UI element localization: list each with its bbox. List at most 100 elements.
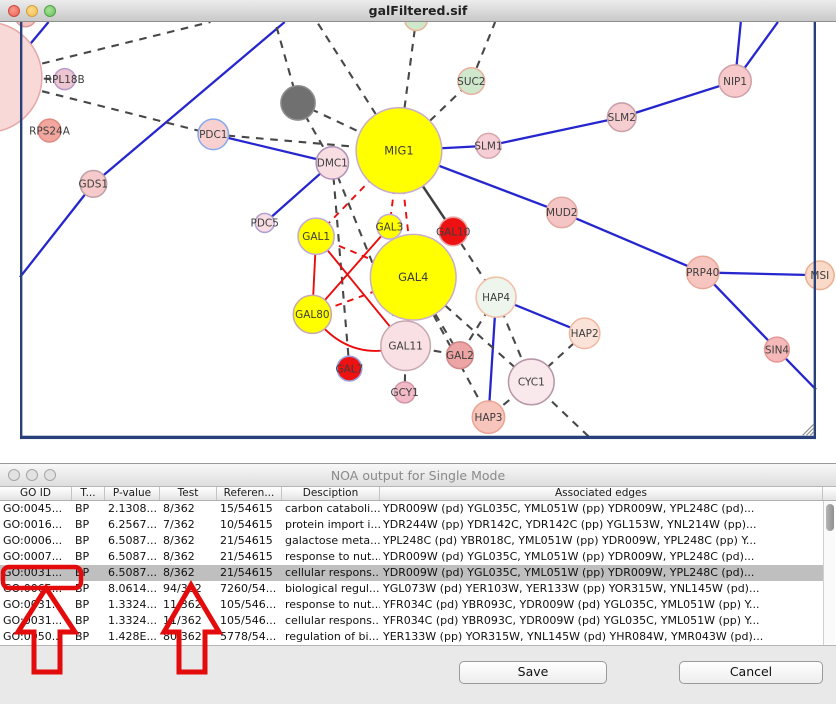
cell-4-4: 21/54615 <box>217 565 282 581</box>
node-label-SLM1: SLM1 <box>474 141 502 153</box>
vertical-scrollbar[interactable] <box>823 501 835 645</box>
cell-8-0: GO:0050... <box>0 629 72 645</box>
cell-3-0: GO:0007... <box>0 549 72 565</box>
cell-6-4: 105/546... <box>217 597 282 613</box>
cell-3-4: 21/54615 <box>217 549 282 565</box>
cell-2-4: 21/54615 <box>217 533 282 549</box>
network-background <box>20 22 816 439</box>
node-label-GAL4: GAL4 <box>398 270 428 284</box>
cell-5-0: GO:0065... <box>0 581 72 597</box>
node-label-MIG1: MIG1 <box>384 143 413 157</box>
node-label-PRP40: PRP40 <box>686 267 719 279</box>
table-row-4[interactable]: GO:0031...BP6.5087...8/36221/54615cellul… <box>0 565 823 581</box>
node-label-GAL80: GAL80 <box>295 309 329 321</box>
canvas-frame-bottom <box>20 436 816 439</box>
node-label-HAP4: HAP4 <box>482 292 510 304</box>
cell-6-3: 11/362 <box>160 597 217 613</box>
noa-window-title: NOA output for Single Mode <box>0 468 836 483</box>
node-label-GAL10: GAL10 <box>436 226 470 238</box>
cell-7-4: 105/546... <box>217 613 282 629</box>
table-row-5[interactable]: GO:0065...BP8.0614...94/3627260/54...bio… <box>0 581 823 597</box>
table-row-6[interactable]: GO:0031...BP1.3324...11/362105/546...res… <box>0 597 823 613</box>
cell-0-1: BP <box>72 501 105 517</box>
canvas-frame-right <box>814 22 816 439</box>
cell-2-5: galactose meta... <box>282 533 380 549</box>
node-label-GAL11: GAL11 <box>388 341 422 353</box>
cell-7-3: 11/362 <box>160 613 217 629</box>
scrollbar-thumb[interactable] <box>826 504 834 531</box>
node-label-NIP1: NIP1 <box>723 76 747 88</box>
column-header-4[interactable]: Referen... <box>217 487 282 500</box>
table-row-0[interactable]: GO:0045...BP2.1308...8/36215/54615carbon… <box>0 501 823 517</box>
cell-1-1: BP <box>72 517 105 533</box>
column-header-1[interactable]: T... <box>72 487 105 500</box>
cell-2-6: YPL248C (pd) YBR018C, YML051W (pp) YDR00… <box>380 533 823 549</box>
node-label-HAP2: HAP2 <box>571 328 599 340</box>
node-label-SLM2: SLM2 <box>608 112 636 124</box>
cell-0-6: YDR009W (pd) YGL035C, YML051W (pp) YDR00… <box>380 501 823 517</box>
cell-6-1: BP <box>72 597 105 613</box>
cell-0-3: 8/362 <box>160 501 217 517</box>
node-label-PDC1: PDC1 <box>199 129 227 141</box>
cell-8-5: regulation of bi... <box>282 629 380 645</box>
node-label-GCY1: GCY1 <box>391 387 419 399</box>
table-row-1[interactable]: GO:0016...BP6.2567...7/36210/54615protei… <box>0 517 823 533</box>
node-label-GDS1: GDS1 <box>79 179 108 191</box>
cell-4-5: cellular respons... <box>282 565 380 581</box>
cell-2-2: 6.5087... <box>105 533 160 549</box>
cell-8-3: 80/362 <box>160 629 217 645</box>
cell-0-0: GO:0045... <box>0 501 72 517</box>
cell-2-1: BP <box>72 533 105 549</box>
noa-window-titlebar[interactable]: NOA output for Single Mode <box>0 464 836 487</box>
cell-4-0: GO:0031... <box>0 565 72 581</box>
column-header-2[interactable]: P-value <box>105 487 160 500</box>
column-header-6[interactable]: Associated edges <box>380 487 823 500</box>
cell-0-4: 15/54615 <box>217 501 282 517</box>
node-label-RPS24A: RPS24A <box>29 125 71 137</box>
node-graynode[interactable] <box>281 86 315 120</box>
table-row-8[interactable]: GO:0050...BP1.428E...80/3625778/54...reg… <box>0 629 823 645</box>
column-header-0[interactable]: GO ID <box>0 487 72 500</box>
cell-0-5: carbon cataboli... <box>282 501 380 517</box>
table-row-7[interactable]: GO:0031...BP1.3324...11/362105/546...cel… <box>0 613 823 629</box>
save-button[interactable]: Save <box>459 661 607 684</box>
cell-1-0: GO:0016... <box>0 517 72 533</box>
cell-5-2: 8.0614... <box>105 581 160 597</box>
cell-4-2: 6.5087... <box>105 565 160 581</box>
node-label-MSI: MSI <box>810 270 829 282</box>
cell-8-1: BP <box>72 629 105 645</box>
cell-5-5: biological regul... <box>282 581 380 597</box>
cell-7-6: YFR034C (pd) YBR093C, YDR009W (pd) YGL03… <box>380 613 823 629</box>
cell-7-1: BP <box>72 613 105 629</box>
cell-1-4: 10/54615 <box>217 517 282 533</box>
cell-6-0: GO:0031... <box>0 597 72 613</box>
table-row-3[interactable]: GO:0007...BP6.5087...8/36221/54615respon… <box>0 549 823 565</box>
screen: galFiltered.sif RPL18BRPS24AGDS1PDC1PDC5… <box>0 0 836 704</box>
table-row-2[interactable]: GO:0006...BP6.5087...8/36221/54615galact… <box>0 533 823 549</box>
cell-3-5: response to nut... <box>282 549 380 565</box>
node-label-MUD2: MUD2 <box>546 207 577 219</box>
network-window-title: galFiltered.sif <box>0 3 836 18</box>
cell-6-6: YFR034C (pd) YBR093C, YDR009W (pd) YGL03… <box>380 597 823 613</box>
cell-5-3: 94/362 <box>160 581 217 597</box>
table-header-row: GO IDT...P-valueTestReferen...Desciption… <box>0 487 836 501</box>
column-header-5[interactable]: Desciption <box>282 487 380 500</box>
cell-1-6: YDR244W (pp) YDR142C, YDR142C (pp) YGL15… <box>380 517 823 533</box>
node-label-HAP3: HAP3 <box>474 412 502 424</box>
canvas-frame-left <box>20 22 22 439</box>
cell-8-6: YER133W (pp) YOR315W, YNL145W (pd) YHR08… <box>380 629 823 645</box>
cell-5-1: BP <box>72 581 105 597</box>
cell-4-6: YDR009W (pd) YGL035C, YML051W (pp) YDR00… <box>380 565 823 581</box>
network-canvas[interactable]: RPL18BRPS24AGDS1PDC1PDC5DMC1MIG1SUC2SLM1… <box>0 22 836 460</box>
cell-7-5: cellular respons... <box>282 613 380 629</box>
column-header-3[interactable]: Test <box>160 487 217 500</box>
cancel-button[interactable]: Cancel <box>679 661 823 684</box>
cell-7-2: 1.3324... <box>105 613 160 629</box>
cell-3-6: YDR009W (pd) YGL035C, YML051W (pp) YDR00… <box>380 549 823 565</box>
cell-5-6: YGL073W (pd) YER103W, YER133W (pp) YOR31… <box>380 581 823 597</box>
node-label-PDC5: PDC5 <box>251 218 279 230</box>
network-window-titlebar[interactable]: galFiltered.sif <box>0 0 836 22</box>
cell-2-3: 8/362 <box>160 533 217 549</box>
cell-8-2: 1.428E... <box>105 629 160 645</box>
results-table: GO IDT...P-valueTestReferen...Desciption… <box>0 487 836 646</box>
